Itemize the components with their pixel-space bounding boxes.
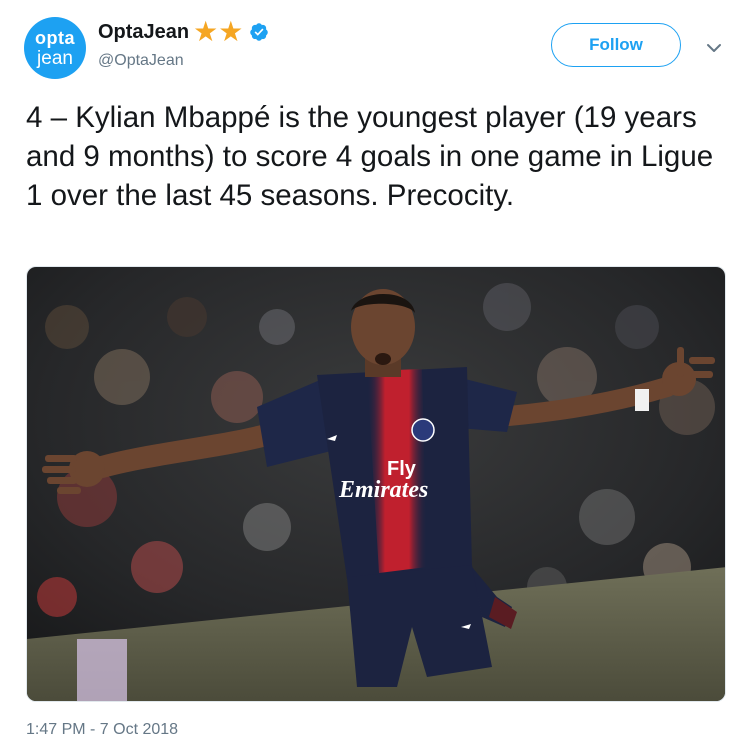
sponsor-text-bottom: Emirates (338, 477, 428, 503)
avatar-text-top: opta (35, 27, 75, 48)
verified-badge-icon (250, 23, 269, 41)
tweet-text: 4 – Kylian Mbappé is the youngest player… (26, 101, 714, 212)
avatar[interactable]: opta jean (24, 17, 86, 79)
star-icon: ★ (193, 16, 219, 47)
display-name[interactable]: OptaJean (98, 21, 189, 44)
tweet-card: opta jean OptaJean ★ ★ @OptaJean Follow … (0, 0, 754, 756)
photo-player-celebration: Fly Emirates (27, 267, 725, 701)
tweet-timestamp[interactable]: 1:47 PM - 7 Oct 2018 (26, 721, 178, 739)
star-icon: ★ (218, 16, 244, 47)
tweet-header: opta jean OptaJean ★ ★ @OptaJean Follow (0, 0, 754, 90)
follow-button[interactable]: Follow (551, 23, 681, 67)
avatar-text-bottom: jean (37, 47, 73, 69)
name-row: OptaJean ★ ★ (98, 16, 269, 47)
tweet-photo[interactable]: Fly Emirates (26, 266, 726, 702)
chevron-down-icon[interactable] (704, 38, 724, 58)
user-handle[interactable]: @OptaJean (98, 52, 184, 70)
